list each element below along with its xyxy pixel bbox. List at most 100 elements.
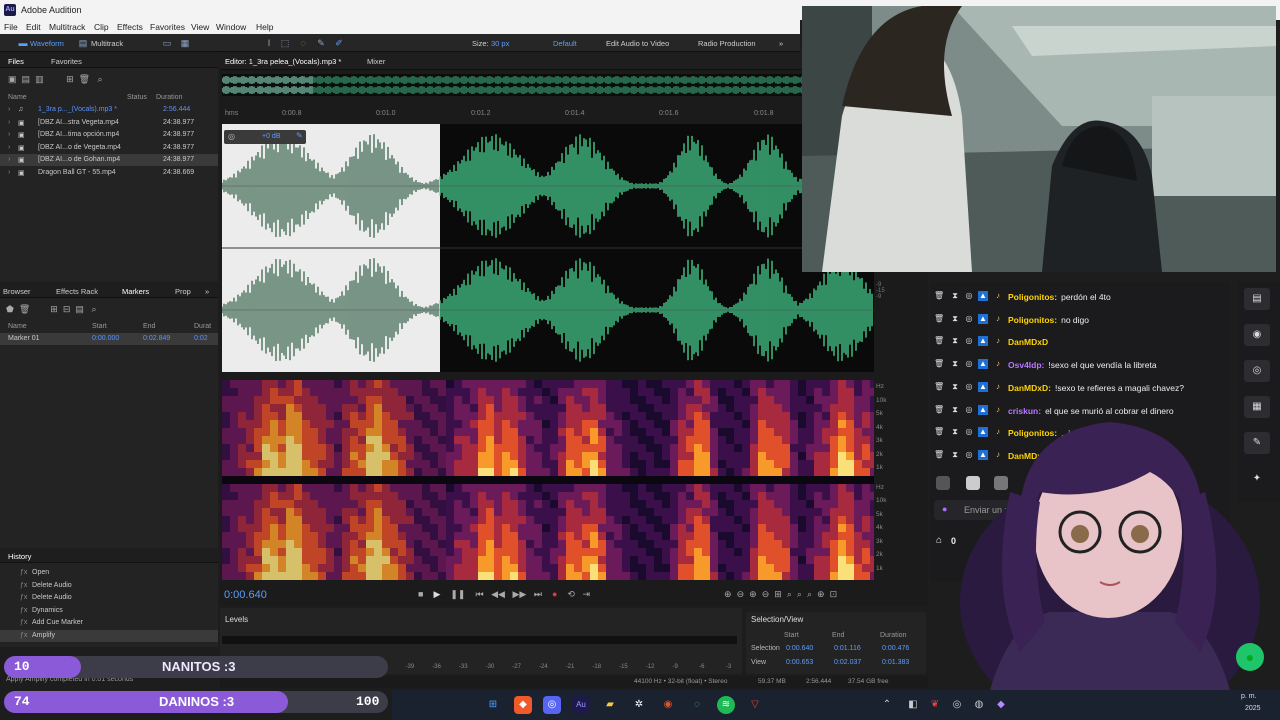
channel-points-icon[interactable]: ⌂ bbox=[936, 535, 942, 546]
tab-files[interactable]: Files bbox=[8, 57, 24, 66]
tray-icon[interactable]: ◧ bbox=[904, 696, 922, 714]
merge-markers-icon[interactable]: ⊞ bbox=[50, 304, 58, 314]
view-end[interactable]: 0:02.037 bbox=[834, 659, 861, 666]
stop-icon[interactable]: ■ bbox=[418, 589, 423, 599]
zoom-right-icon[interactable]: ⌕ bbox=[807, 589, 812, 599]
view-duration[interactable]: 0:01.383 bbox=[882, 659, 909, 666]
tab-browser[interactable]: Browser bbox=[3, 287, 31, 296]
chat-username[interactable]: Poligonitos: bbox=[1008, 315, 1057, 325]
add-marker-icon[interactable]: ⬟ bbox=[6, 304, 14, 314]
panel-more-chevron-icon[interactable]: » bbox=[205, 287, 209, 296]
chat-username[interactable]: Poligonitos: bbox=[1008, 292, 1057, 302]
tray-chevron-icon[interactable]: ⌃ bbox=[878, 696, 896, 714]
windows-start-icon[interactable]: ⊞ bbox=[484, 696, 502, 714]
size-value[interactable]: 30 px bbox=[491, 39, 509, 48]
timeout-icon[interactable]: ⧗ bbox=[950, 336, 960, 346]
broadcast-icon[interactable]: ◎ bbox=[1244, 360, 1270, 382]
loop-icon[interactable]: ⟲ bbox=[567, 589, 575, 599]
insert-icon[interactable]: ⊞ bbox=[66, 74, 74, 84]
workspace-default[interactable]: Default bbox=[553, 39, 577, 48]
record-icon[interactable]: ● bbox=[552, 589, 557, 599]
history-item[interactable]: ƒx Delete Audio bbox=[0, 592, 218, 604]
go-to-end-icon[interactable]: ⏭ bbox=[534, 589, 542, 599]
audition-taskbar-icon[interactable]: Au bbox=[572, 696, 590, 714]
green-support-icon[interactable]: ● bbox=[1236, 643, 1264, 671]
tray-icon[interactable]: ❦ bbox=[926, 696, 944, 714]
timeout-icon[interactable]: ⧗ bbox=[950, 291, 960, 301]
chat-message[interactable]: 🗑 ⧗ ◎ ▲ ♪ Osv4ldp: !sexo el que vendía la libr… bbox=[930, 357, 1230, 373]
delete-message-icon[interactable]: 🗑 bbox=[934, 382, 944, 392]
settings-gear-icon[interactable]: ✲ bbox=[630, 696, 648, 714]
multitrack-button[interactable]: Multitrack bbox=[91, 39, 123, 48]
file-row[interactable]: › ▣ Dragon Ball GT - 55.mp4 24:38.669 bbox=[0, 167, 218, 179]
app-icon[interactable]: ▽ bbox=[746, 696, 764, 714]
spot-healing-tool-icon[interactable]: ✐ bbox=[334, 38, 344, 48]
tab-markers[interactable]: Markers bbox=[122, 287, 149, 296]
menu-view[interactable]: View bbox=[191, 22, 209, 32]
fast-forward-icon[interactable]: ▶▶ bbox=[512, 589, 526, 599]
mic-icon[interactable]: ● bbox=[942, 504, 947, 514]
delete-marker-icon[interactable]: 🗑 bbox=[19, 304, 30, 314]
playlist-icon[interactable]: ▤ bbox=[75, 304, 84, 314]
pin-icon[interactable]: ✎ bbox=[296, 131, 303, 140]
chat-username[interactable]: DanMDxD bbox=[1008, 337, 1048, 347]
marker-row[interactable]: Marker 01 0:00.000 0:02.849 0:02 bbox=[0, 333, 218, 345]
history-item[interactable]: ƒx Delete Audio bbox=[0, 580, 218, 592]
zoom-out-time-icon[interactable]: ⊖ bbox=[762, 589, 770, 599]
expand-chevron-icon[interactable]: › bbox=[8, 119, 10, 126]
workspace-more-chevron-icon[interactable]: » bbox=[779, 39, 783, 48]
selection-duration[interactable]: 0:00.476 bbox=[882, 645, 909, 652]
chat-username[interactable]: Osv4ldp: bbox=[1008, 360, 1044, 370]
menu-favorites[interactable]: Favorites bbox=[150, 22, 185, 32]
current-time[interactable]: 0:00.640 bbox=[224, 589, 267, 601]
file-row[interactable]: › ▣ [DBZ AI...o de Vegeta.mp4 24:38.977 bbox=[0, 142, 218, 154]
chat-bubble-icon[interactable]: ◉ bbox=[1244, 324, 1270, 346]
zoom-in-icon[interactable]: ⊕ bbox=[817, 589, 825, 599]
selection-end[interactable]: 0:01.116 bbox=[834, 645, 861, 652]
view-start[interactable]: 0:00.653 bbox=[786, 659, 813, 666]
menu-edit[interactable]: Edit bbox=[26, 22, 41, 32]
export-markers-icon[interactable]: ⊟ bbox=[63, 304, 71, 314]
menu-effects[interactable]: Effects bbox=[117, 22, 143, 32]
play-icon[interactable]: ▶ bbox=[433, 589, 440, 599]
workspace-edit-audio-to-video[interactable]: Edit Audio to Video bbox=[606, 39, 669, 48]
expand-chevron-icon[interactable]: › bbox=[8, 106, 10, 113]
editor-tab[interactable]: Editor: 1_3ra pelea_(Vocals).mp3 * bbox=[225, 57, 341, 66]
tray-icon[interactable]: ◍ bbox=[970, 696, 988, 714]
delete-message-icon[interactable]: 🗑 bbox=[934, 427, 944, 437]
menu-clip[interactable]: Clip bbox=[94, 22, 109, 32]
history-item[interactable]: ƒx Amplify bbox=[0, 630, 218, 642]
go-to-start-icon[interactable]: ⏮ bbox=[476, 589, 484, 599]
zoom-selection-icon[interactable]: ⌕ bbox=[787, 589, 792, 599]
new-file-icon[interactable]: ▥ bbox=[35, 74, 44, 84]
expand-chevron-icon[interactable]: › bbox=[8, 156, 10, 163]
menu-window[interactable]: Window bbox=[216, 22, 246, 32]
marquee-tool-icon[interactable]: ⬚ bbox=[280, 38, 290, 48]
timeout-icon[interactable]: ⧗ bbox=[950, 314, 960, 324]
zoom-out-amplitude-icon[interactable]: ⊖ bbox=[737, 589, 745, 599]
waveform-button[interactable]: Waveform bbox=[30, 39, 64, 48]
delete-icon[interactable]: 🗑 bbox=[79, 74, 90, 84]
spectral-display[interactable] bbox=[222, 380, 874, 580]
chat-message[interactable]: 🗑 ⧗ ◎ ▲ ♪ Poligonitos: no digo bbox=[930, 312, 1230, 328]
open-file-icon[interactable]: ▣ bbox=[8, 74, 17, 84]
spectral-display-icon[interactable]: ▭ bbox=[162, 38, 172, 48]
selection-start[interactable]: 0:00.640 bbox=[786, 645, 813, 652]
emote-icon[interactable] bbox=[936, 476, 950, 490]
zoom-in-time-icon[interactable]: ⊕ bbox=[749, 589, 757, 599]
file-row[interactable]: › ▣ [DBZ AI...tima opción.mp4 24:38.977 bbox=[0, 129, 218, 141]
discord-icon[interactable]: ◎ bbox=[543, 696, 561, 714]
zoom-left-icon[interactable]: ⌕ bbox=[797, 589, 802, 599]
mixer-tab[interactable]: Mixer bbox=[367, 57, 385, 66]
menu-file[interactable]: File bbox=[4, 22, 18, 32]
gain-value[interactable]: +0 dB bbox=[262, 133, 281, 140]
file-row[interactable]: › ♫ 1_3ra p..._(Vocals).mp3 * 2:56.444 bbox=[0, 104, 218, 116]
notes-icon[interactable]: ▤ bbox=[1244, 288, 1270, 310]
zoom-reset-icon[interactable]: ⊡ bbox=[830, 589, 838, 599]
tray-icon[interactable]: ◎ bbox=[948, 696, 966, 714]
tab-effects-rack[interactable]: Effects Rack bbox=[56, 287, 98, 296]
tab-properties[interactable]: Prop bbox=[175, 287, 191, 296]
time-selection-tool-icon[interactable]: I bbox=[264, 38, 274, 48]
history-item[interactable]: ƒx Open bbox=[0, 567, 218, 579]
whatsapp-icon[interactable]: ◌ bbox=[688, 696, 706, 714]
